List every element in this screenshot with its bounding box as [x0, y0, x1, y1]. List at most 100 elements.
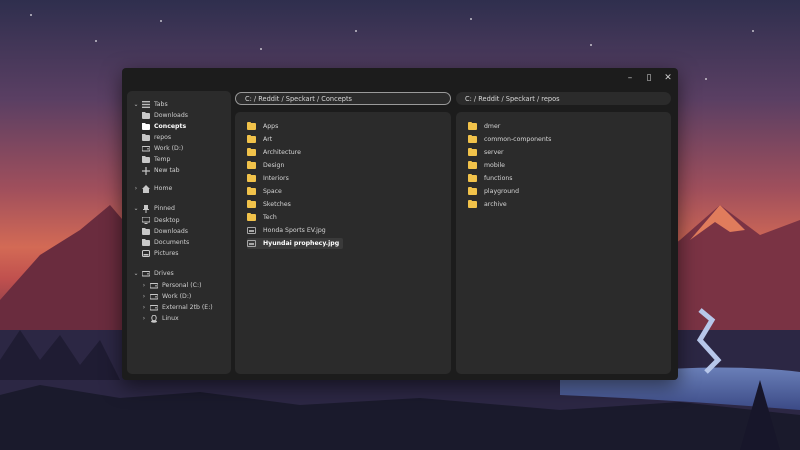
sidebar-item-label: Downloads — [154, 112, 188, 119]
folder-icon — [468, 134, 478, 144]
sidebar-item-label: External 2tb (E:) — [162, 304, 213, 311]
chevron-right-icon[interactable]: › — [139, 282, 149, 289]
sidebar-item-drive-linux[interactable]: › Linux — [139, 313, 179, 324]
pin-icon — [141, 204, 150, 213]
list-item[interactable]: functions — [468, 173, 517, 184]
list-item[interactable]: Tech — [247, 212, 281, 223]
chevron-down-icon[interactable]: ⌄ — [131, 205, 141, 212]
drive-icon — [141, 145, 150, 153]
sidebar-item-label: Downloads — [154, 228, 188, 235]
folder-icon — [468, 147, 478, 157]
sidebar: ⌄ Tabs Downloads Concepts repos Work (D:… — [127, 91, 231, 374]
folder-icon — [247, 173, 257, 183]
sidebar-item-tab-downloads[interactable]: Downloads — [141, 110, 188, 121]
drive-icon — [149, 304, 158, 312]
chevron-down-icon[interactable]: ⌄ — [131, 270, 141, 277]
maximize-button[interactable]: ▯ — [640, 70, 658, 86]
list-item[interactable]: Architecture — [247, 147, 305, 158]
list-item[interactable]: Design — [247, 160, 288, 171]
list-item[interactable]: server — [468, 147, 508, 158]
chevron-right-icon[interactable]: › — [139, 293, 149, 300]
left-path-bar[interactable]: C: / Reddit / Speckart / Concepts — [235, 92, 451, 105]
chevron-down-icon[interactable]: ⌄ — [131, 101, 141, 108]
sidebar-item-label: Work (D:) — [162, 293, 192, 300]
title-bar[interactable]: – ▯ ✕ — [122, 68, 678, 88]
tabs-icon — [141, 101, 150, 109]
sidebar-item-pictures[interactable]: Pictures — [141, 248, 179, 259]
folder-icon — [141, 134, 150, 142]
list-item[interactable]: common-components — [468, 134, 555, 145]
list-item[interactable]: archive — [468, 199, 511, 210]
folder-icon — [468, 186, 478, 196]
desktop-icon — [141, 217, 150, 225]
folder-icon — [247, 160, 257, 170]
drive-icon — [149, 293, 158, 301]
linux-icon — [149, 314, 158, 323]
sidebar-group-label: Tabs — [154, 101, 168, 108]
left-file-pane: Apps Art Architecture Design Interiors S… — [235, 112, 451, 374]
list-item[interactable]: Honda Sports EV.jpg — [247, 225, 330, 236]
sidebar-item-new-tab[interactable]: New tab — [141, 165, 180, 176]
right-file-pane: dmer common-components server mobile fun… — [456, 112, 671, 374]
sidebar-item-documents[interactable]: Documents — [141, 237, 189, 248]
sidebar-item-drive-personal[interactable]: › Personal (C:) — [139, 280, 202, 291]
sidebar-item-label: Concepts — [154, 123, 187, 130]
right-path-bar[interactable]: C: / Reddit / Speckart / repos — [456, 92, 671, 105]
chevron-right-icon[interactable]: › — [139, 304, 149, 311]
sidebar-item-home[interactable]: › Home — [131, 183, 172, 194]
list-item[interactable]: Apps — [247, 121, 282, 132]
sidebar-group-label: Pinned — [154, 205, 175, 212]
file-explorer-window: – ▯ ✕ ⌄ Tabs Downloads Concepts repos Wo… — [122, 68, 678, 380]
folder-icon — [468, 173, 478, 183]
folder-icon — [141, 239, 150, 247]
sidebar-item-tab-repos[interactable]: repos — [141, 132, 171, 143]
folder-icon — [247, 121, 257, 131]
drive-icon — [141, 270, 150, 278]
image-icon — [141, 250, 150, 258]
folder-icon — [468, 160, 478, 170]
folder-icon — [247, 199, 257, 209]
sidebar-item-tab-temp[interactable]: Temp — [141, 154, 171, 165]
sidebar-item-downloads[interactable]: Downloads — [141, 226, 188, 237]
list-item[interactable]: Sketches — [247, 199, 295, 210]
list-item[interactable]: dmer — [468, 121, 504, 132]
sidebar-item-label: Home — [154, 185, 173, 192]
folder-icon — [247, 134, 257, 144]
folder-icon — [247, 186, 257, 196]
folder-icon — [247, 147, 257, 157]
sidebar-item-label: Temp — [154, 156, 171, 163]
minimize-button[interactable]: – — [621, 70, 639, 86]
sidebar-group-label: Drives — [154, 270, 174, 277]
folder-icon — [141, 112, 150, 120]
sidebar-group-pinned[interactable]: ⌄ Pinned — [131, 203, 175, 214]
list-item-selected[interactable]: Hyundai prophecy.jpg — [247, 238, 344, 249]
close-button[interactable]: ✕ — [659, 70, 677, 86]
folder-icon — [247, 212, 257, 222]
sidebar-item-label: repos — [154, 134, 172, 141]
list-item[interactable]: Space — [247, 186, 286, 197]
sidebar-group-tabs[interactable]: ⌄ Tabs — [131, 99, 168, 110]
sidebar-item-drive-work[interactable]: › Work (D:) — [139, 291, 192, 302]
list-item[interactable]: mobile — [468, 160, 509, 171]
sidebar-item-label: Work (D:) — [154, 145, 184, 152]
home-icon — [141, 184, 150, 193]
chevron-right-icon[interactable]: › — [139, 315, 149, 322]
sidebar-item-drive-external[interactable]: › External 2tb (E:) — [139, 302, 213, 313]
image-icon — [247, 227, 257, 235]
folder-icon — [468, 121, 478, 131]
sidebar-item-label: Personal (C:) — [162, 282, 202, 289]
list-item[interactable]: Interiors — [247, 173, 293, 184]
breadcrumb: C: / Reddit / Speckart / repos — [465, 94, 560, 103]
list-item[interactable]: Art — [247, 134, 276, 145]
sidebar-item-desktop[interactable]: Desktop — [141, 215, 180, 226]
sidebar-group-drives[interactable]: ⌄ Drives — [131, 268, 174, 279]
breadcrumb: C: / Reddit / Speckart / Concepts — [245, 94, 352, 103]
sidebar-item-tab-concepts[interactable]: Concepts — [141, 121, 186, 132]
sidebar-item-label: Linux — [162, 315, 179, 322]
chevron-right-icon[interactable]: › — [131, 185, 141, 192]
list-item[interactable]: playground — [468, 186, 523, 197]
sidebar-item-label: New tab — [154, 167, 180, 174]
sidebar-item-label: Desktop — [154, 217, 180, 224]
folder-icon — [141, 156, 150, 164]
sidebar-item-tab-work-drive[interactable]: Work (D:) — [141, 143, 183, 154]
